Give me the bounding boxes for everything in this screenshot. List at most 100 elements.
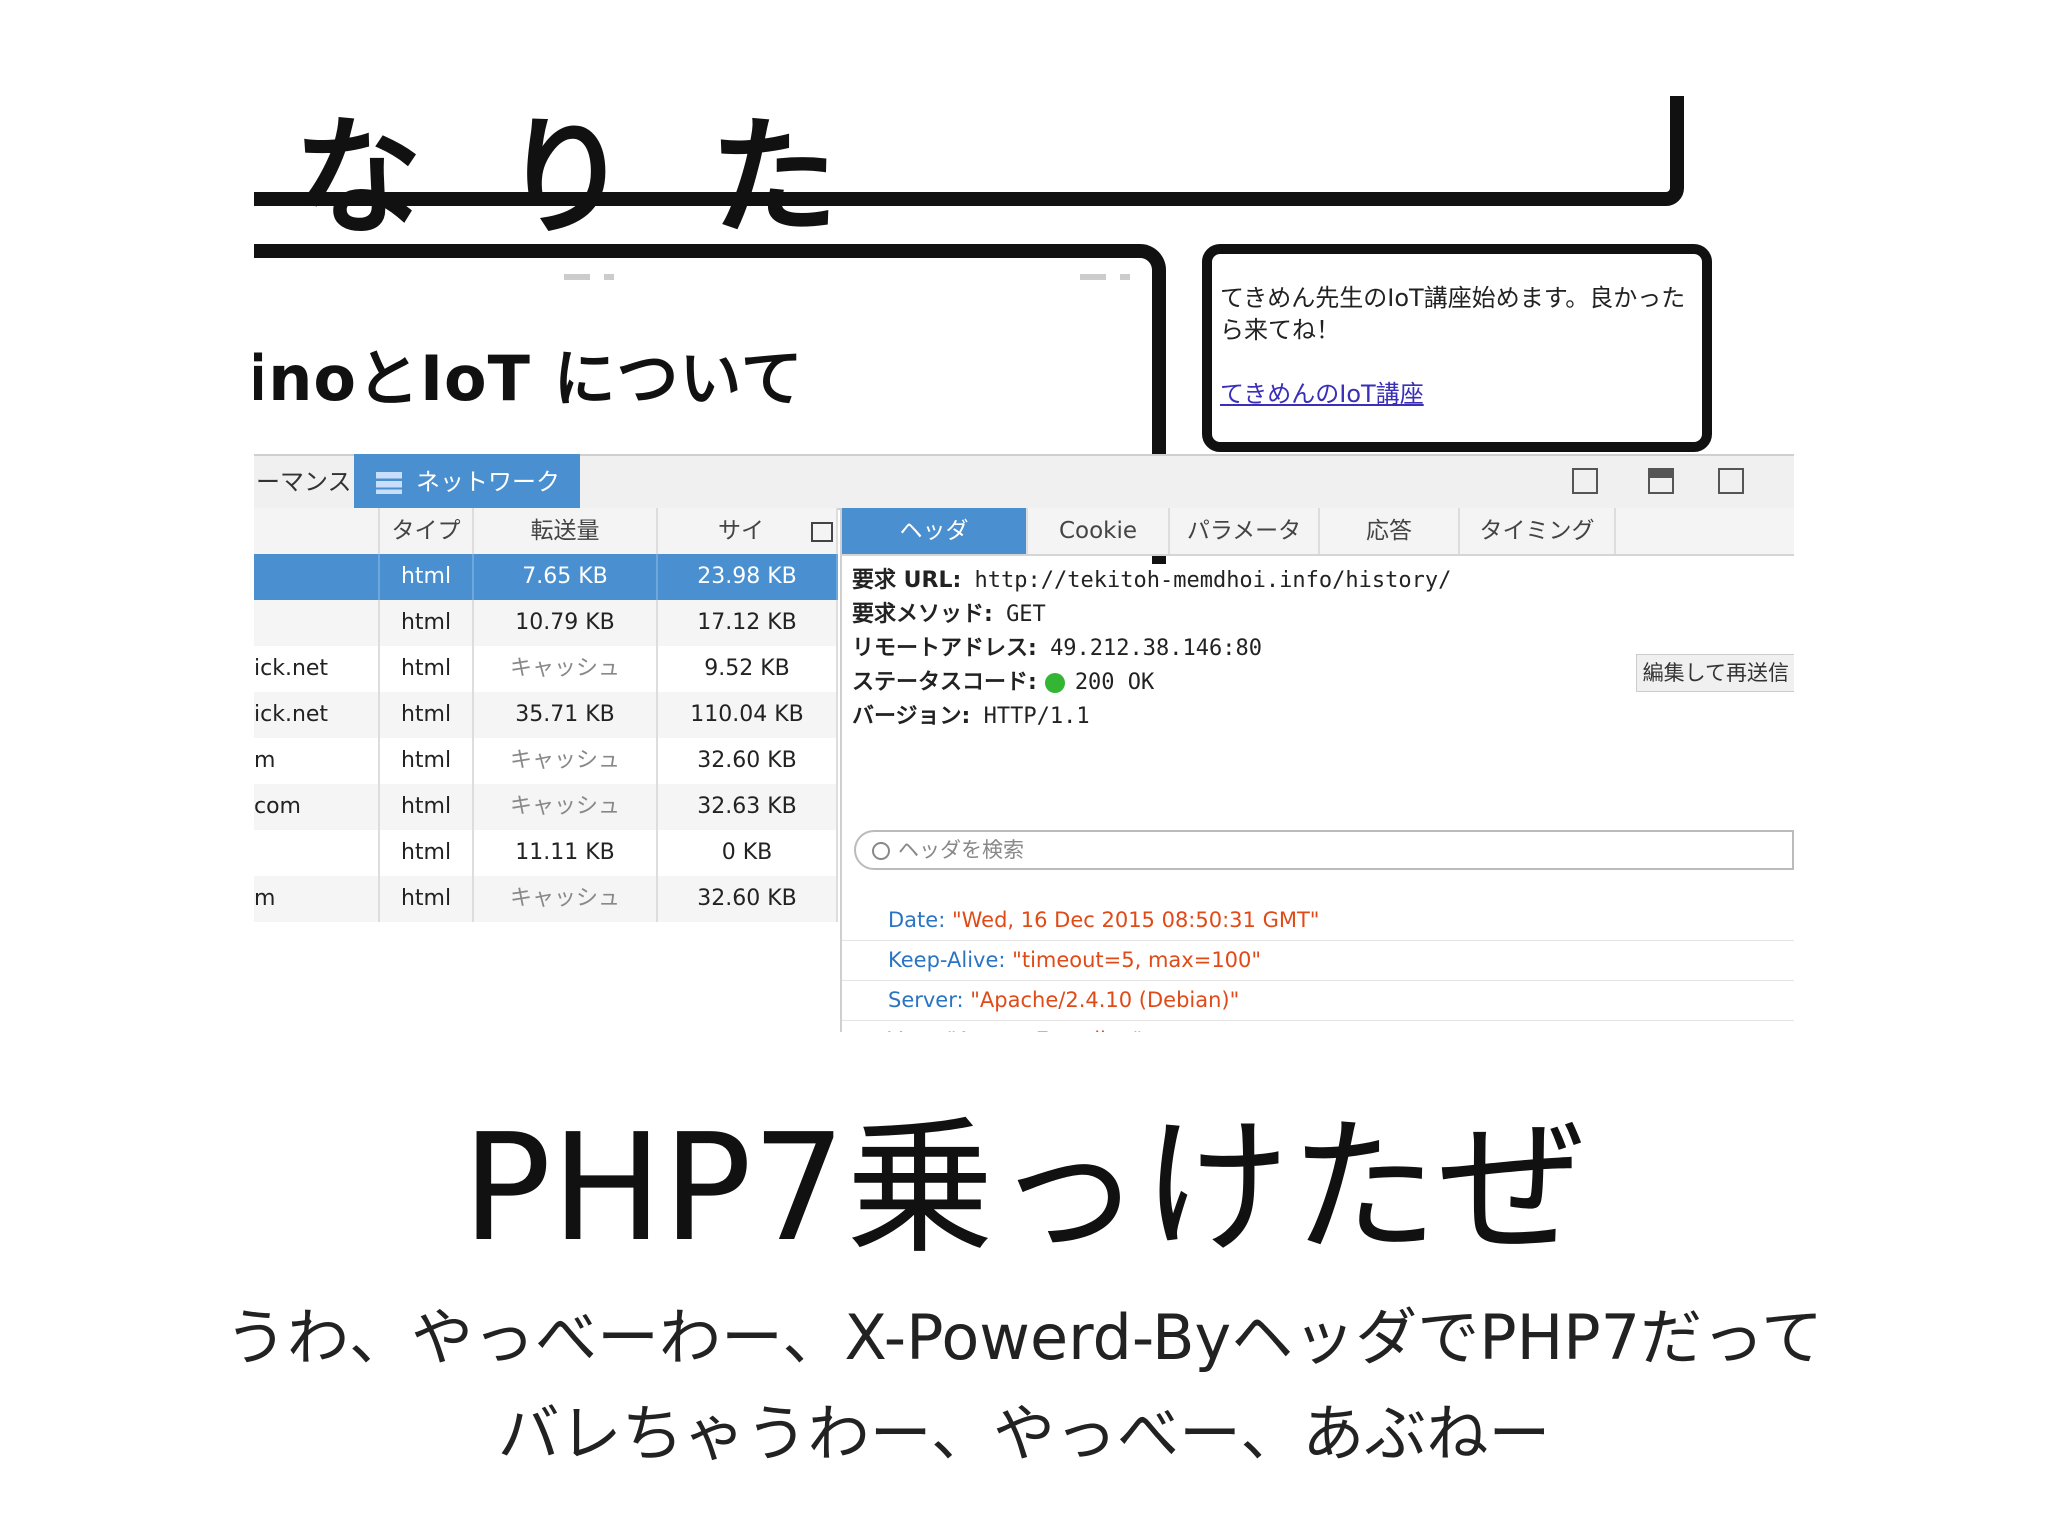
summary-remote-label: リモートアドレス:	[852, 636, 1037, 661]
status-ok-icon	[1044, 673, 1065, 693]
col-transferred[interactable]: 転送量	[474, 508, 658, 554]
summary-version-value: HTTP/1.1	[983, 704, 1090, 729]
sidebar-text: てきめん先生のIoT講座始めます。良かったら来てね！	[1220, 284, 1686, 344]
detail-tab[interactable]: タイミング	[1460, 508, 1616, 554]
header-key: Keep-Alive	[888, 948, 999, 972]
search-icon	[872, 842, 890, 860]
table-row[interactable]: m html キャッシュ 32.60 KB	[254, 876, 838, 922]
slide-subtitle: うわ、やっべーわー、X-Powerd-ByヘッダでPHP7だってバレちゃうわー、…	[225, 1301, 1823, 1470]
header-separator: :	[933, 1028, 947, 1032]
cell-name	[254, 600, 380, 646]
summary-status: ステータスコード: 200 OK	[852, 664, 1154, 696]
summary-url-label: 要求 URL:	[852, 568, 962, 593]
response-header-row[interactable]: Vary: "Accept-Encoding"	[842, 1020, 1794, 1032]
tab-network[interactable]: ネットワーク	[354, 454, 580, 510]
table-row[interactable]: ick.net html 35.71 KB 110.04 KB	[254, 692, 838, 738]
col-type[interactable]: タイプ	[380, 508, 474, 554]
summary-remote-value: 49.212.38.146:80	[1050, 636, 1262, 661]
cell-type: html	[380, 554, 474, 600]
cell-name: m	[254, 876, 380, 922]
response-header-row[interactable]: Server: "Apache/2.4.10 (Debian)"	[842, 980, 1794, 1021]
detail-tabs: ヘッダ Cookie パラメータ 応答 タイミング	[842, 508, 1794, 556]
header-key: Server	[888, 988, 957, 1012]
header-value: "Accept-Encoding"	[947, 1028, 1142, 1032]
col-size-label: サイ	[718, 518, 764, 544]
cell-type: html	[380, 830, 474, 876]
cell-name: com	[254, 784, 380, 830]
summary-method-label: 要求メソッド:	[852, 602, 993, 627]
cell-name: ick.net	[254, 692, 380, 738]
detail-tab[interactable]: Cookie	[1028, 508, 1170, 554]
slide-title: PHP7乗っけたぜ	[462, 1102, 1586, 1274]
cell-size: 32.60 KB	[658, 738, 838, 784]
cell-name: ick.net	[254, 646, 380, 692]
header-value: "timeout=5, max=100"	[1012, 948, 1262, 972]
header-search-input[interactable]: ヘッダを検索	[854, 830, 1794, 870]
cell-name	[254, 554, 380, 600]
network-icon	[376, 472, 402, 494]
header-separator: :	[956, 988, 971, 1012]
cell-size: 23.98 KB	[658, 554, 838, 600]
summary-version: バージョン: HTTP/1.1	[852, 698, 1090, 730]
summary-remote: リモートアドレス: 49.212.38.146:80	[852, 630, 1262, 662]
detail-tab[interactable]: パラメータ	[1170, 508, 1320, 554]
cell-transferred: 35.71 KB	[474, 692, 658, 738]
handwritten-banner: なりた	[294, 104, 919, 253]
page-heading: inoとIoT について	[254, 342, 804, 415]
col-size[interactable]: サイ	[658, 508, 838, 554]
cell-size: 110.04 KB	[658, 692, 838, 738]
cell-transferred: キャッシュ	[474, 738, 658, 784]
devtools-toolbar: ーマンス ネットワーク	[254, 454, 1794, 510]
request-detail-panel: ヘッダ Cookie パラメータ 応答 タイミング 要求 URL: http://tek…	[840, 508, 1794, 1032]
summary-status-label: ステータスコード:	[852, 670, 1037, 695]
sidebar-link[interactable]: てきめんのIoT講座	[1220, 374, 1424, 409]
detail-tab[interactable]: ヘッダ	[842, 508, 1028, 554]
response-header-row[interactable]: Keep-Alive: "timeout=5, max=100"	[842, 940, 1794, 981]
console-icon[interactable]	[1648, 468, 1674, 494]
summary-url: 要求 URL: http://tekitoh-memdhoi.info/hist…	[852, 562, 1451, 594]
cell-type: html	[380, 876, 474, 922]
header-key: Date	[888, 908, 939, 932]
response-header-row[interactable]: Date: "Wed, 16 Dec 2015 08:50:31 GMT"	[842, 900, 1794, 941]
header-separator: :	[938, 908, 952, 932]
cell-type: html	[380, 784, 474, 830]
summary-version-label: バージョン:	[852, 704, 971, 729]
table-row[interactable]: html 11.11 KB 0 KB	[254, 830, 838, 876]
tab-network-label: ネットワーク	[416, 468, 560, 496]
cell-type: html	[380, 738, 474, 784]
cell-transferred: キャッシュ	[474, 784, 658, 830]
tab-performance[interactable]: ーマンス	[254, 456, 352, 508]
header-value: "Apache/2.4.10 (Debian)"	[970, 988, 1240, 1012]
table-row[interactable]: m html キャッシュ 32.60 KB	[254, 738, 838, 784]
table-row[interactable]: ick.net html キャッシュ 9.52 KB	[254, 646, 838, 692]
header-key: Vary	[888, 1028, 933, 1032]
cell-transferred: キャッシュ	[474, 876, 658, 922]
summary-method: 要求メソッド: GET	[852, 596, 1046, 628]
cell-type: html	[380, 692, 474, 738]
layout-icon[interactable]	[1572, 468, 1598, 494]
header-search-placeholder: ヘッダを検索	[898, 838, 1024, 862]
header-value: "Wed, 16 Dec 2015 08:50:31 GMT"	[951, 908, 1320, 932]
cell-transferred: 10.79 KB	[474, 600, 658, 646]
screenshot: なりた inoとIoT について てきめん先生のIoT講座始めます。良かったら来…	[254, 96, 1794, 1032]
table-row[interactable]: com html キャッシュ 32.63 KB	[254, 784, 838, 830]
header-separator: :	[998, 948, 1013, 972]
cell-name	[254, 830, 380, 876]
cell-transferred: 11.11 KB	[474, 830, 658, 876]
cell-transferred: キャッシュ	[474, 646, 658, 692]
summary-url-value: http://tekitoh-memdhoi.info/history/	[974, 568, 1452, 593]
resend-button[interactable]: 編集して再送信	[1635, 654, 1794, 692]
detail-tab[interactable]: 応答	[1320, 508, 1460, 554]
cell-name: m	[254, 738, 380, 784]
cell-type: html	[380, 600, 474, 646]
sidebar-frame	[1202, 244, 1712, 452]
cell-size: 9.52 KB	[658, 646, 838, 692]
col-name[interactable]	[254, 508, 380, 554]
column-toggle-icon[interactable]	[811, 521, 834, 542]
summary-method-value: GET	[1006, 602, 1046, 627]
table-row[interactable]: html 10.79 KB 17.12 KB	[254, 600, 838, 646]
dock-icon[interactable]	[1718, 468, 1744, 494]
cell-type: html	[380, 646, 474, 692]
cell-size: 32.60 KB	[658, 876, 838, 922]
table-row[interactable]: html 7.65 KB 23.98 KB	[254, 554, 838, 600]
